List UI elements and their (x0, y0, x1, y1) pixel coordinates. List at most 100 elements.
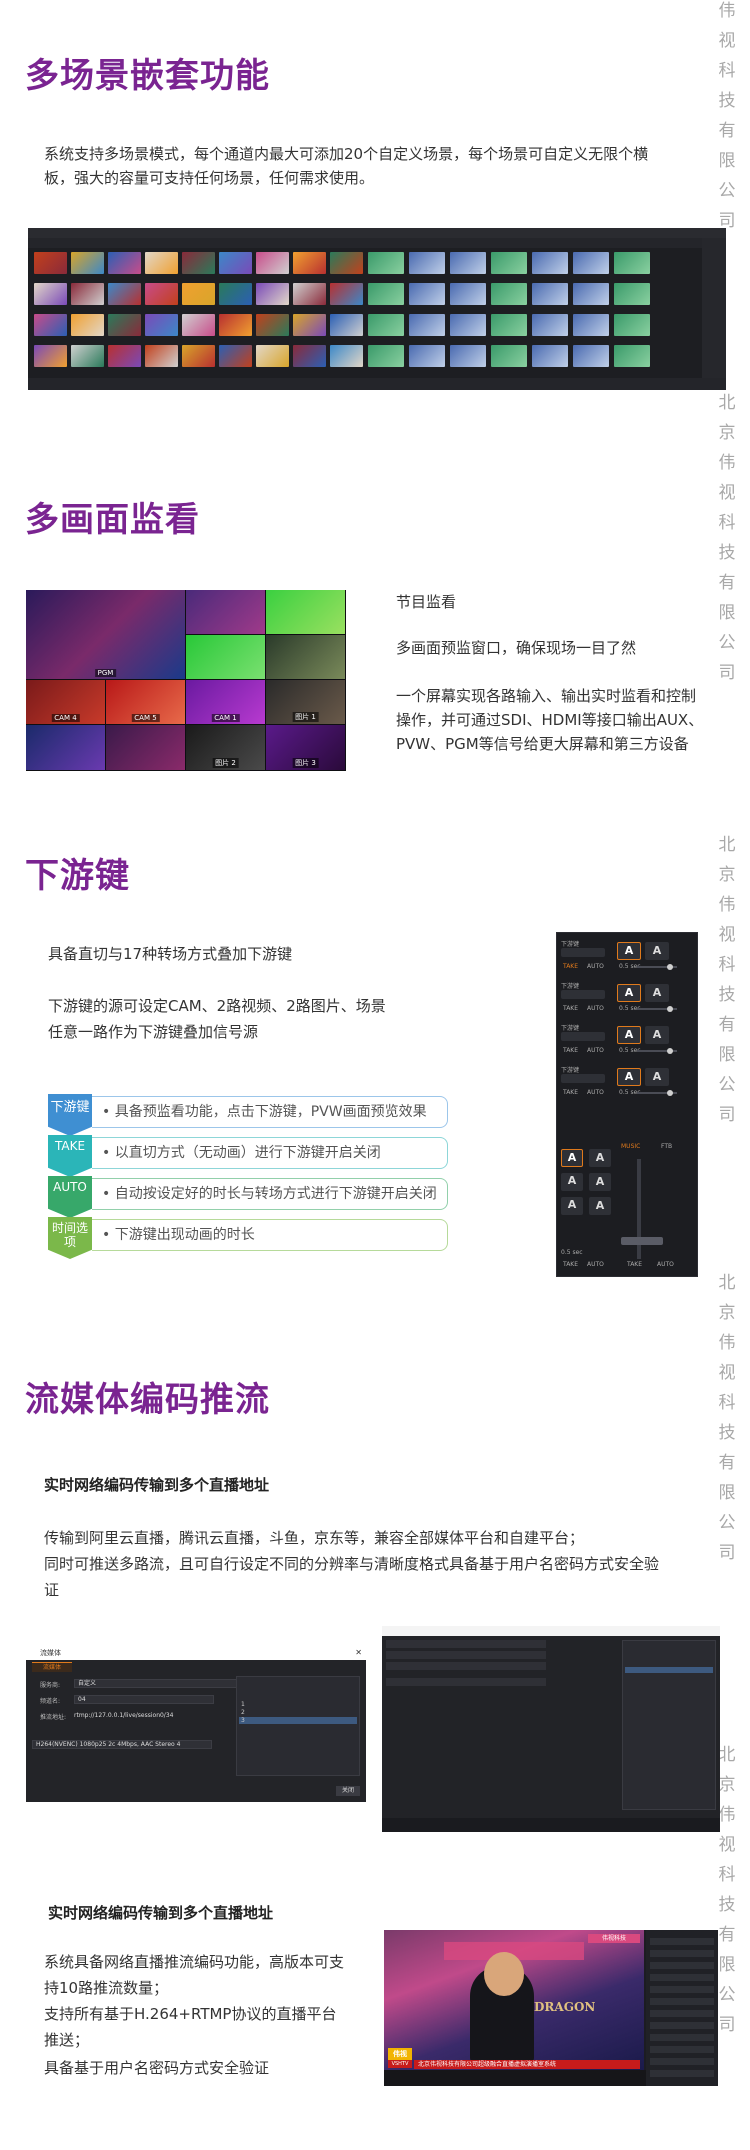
slider-knob[interactable] (667, 1090, 673, 1096)
studio-control-row[interactable] (650, 1974, 714, 1981)
slider-knob[interactable] (667, 1006, 673, 1012)
dsk-feature-text: • 自动按设定好的时长与转场方式进行下游键开启关闭 (92, 1178, 448, 1210)
dsk-duration-slider[interactable] (637, 1048, 677, 1054)
scene-thumbnail (293, 283, 326, 305)
watermark-char: 京 (718, 865, 736, 885)
multiview-cell-label: 图片 1 (292, 712, 319, 722)
scene-thumbnail (71, 314, 104, 336)
transition-auto-2[interactable]: AUTO (657, 1261, 674, 1268)
dsk-source-select[interactable] (561, 1074, 605, 1083)
dsk-feature-tag: 时间选项 (48, 1217, 92, 1259)
studio-control-row[interactable] (650, 2070, 714, 2077)
url-value[interactable]: rtmp://127.0.0.1/live/session0/34 (74, 1712, 173, 1719)
dsk-label: 下游键 (561, 1025, 580, 1032)
dsk-auto-button[interactable]: AUTO (587, 1005, 604, 1012)
watermark-char: 司 (718, 1105, 736, 1125)
streaming-subtitle-1: 实时网络编码传输到多个直播地址 (44, 1476, 270, 1494)
layer-thumbnail (532, 252, 568, 274)
streaming-para2-line1: 系统具备网络直播推流编码功能，高版本可支 (44, 1953, 345, 1971)
watermark-char: 公 (718, 1075, 736, 1095)
dsk-pvw-button[interactable]: A (617, 942, 641, 960)
scene-thumbnail (330, 252, 363, 274)
layer-thumbnail (491, 283, 527, 305)
close-icon[interactable]: ✕ (355, 1646, 362, 1660)
dsk-pvw-button[interactable]: A (617, 1026, 641, 1044)
scene-thumbnail (219, 314, 252, 336)
dsk-source-select[interactable] (561, 1032, 605, 1041)
dsk-duration-slider[interactable] (637, 964, 677, 970)
watermark-char: 技 (718, 543, 736, 563)
watermark-char: 北 (718, 835, 736, 855)
transition-auto[interactable]: AUTO (587, 1261, 604, 1268)
studio-control-row[interactable] (650, 1962, 714, 1969)
slider-knob[interactable] (667, 1048, 673, 1054)
studio-control-row[interactable] (650, 2022, 714, 2029)
stream-list-item[interactable]: 2 (239, 1709, 357, 1716)
transition-take[interactable]: TAKE (563, 1261, 578, 1268)
dsk-take-button[interactable]: TAKE (563, 1089, 578, 1096)
scene-thumbnail (293, 252, 326, 274)
studio-control-row[interactable] (650, 1998, 714, 2005)
close-button[interactable]: 关闭 (336, 1786, 360, 1796)
dsk-take-button[interactable]: TAKE (563, 1047, 578, 1054)
studio-control-row[interactable] (650, 2034, 714, 2041)
transition-b-button[interactable]: A (589, 1149, 611, 1167)
dsk-take-button[interactable]: TAKE (563, 1005, 578, 1012)
dsk-pgm-button[interactable]: A (645, 1068, 669, 1086)
watermark-char: 技 (718, 985, 736, 1005)
server-select[interactable]: 自定义 (74, 1679, 254, 1688)
watermark-char: 视 (718, 1363, 736, 1383)
channel-select[interactable]: 04 (74, 1695, 214, 1704)
stream-list: 123 (236, 1676, 360, 1776)
dsk-take-button[interactable]: TAKE (563, 963, 578, 970)
multiview-line-3: 一个屏幕实现各路输入、输出实时监看和控制 (396, 687, 697, 705)
stream-list-item[interactable]: 3 (239, 1717, 357, 1724)
dsk-pgm-button[interactable]: A (645, 942, 669, 960)
studio-control-row[interactable] (650, 1938, 714, 1945)
dsk-auto-button[interactable]: AUTO (587, 1047, 604, 1054)
dsk-feature-tag: AUTO (48, 1176, 92, 1218)
watermark-char: 有 (718, 1015, 736, 1035)
transition-a-button[interactable]: A (561, 1173, 583, 1191)
dsk-auto-button[interactable]: AUTO (587, 963, 604, 970)
dsk-pvw-button[interactable]: A (617, 984, 641, 1002)
studio-control-row[interactable] (650, 2058, 714, 2065)
codec-select[interactable]: H264(NVENC) 1080p25 2c 4Mbps, AAC Stereo… (32, 1740, 212, 1749)
dsk-pvw-button[interactable]: A (617, 1068, 641, 1086)
transition-b-button[interactable]: A (589, 1173, 611, 1191)
tbar-handle[interactable] (621, 1237, 663, 1245)
watermark-char: 伟 (718, 1, 736, 21)
studio-control-row[interactable] (650, 2010, 714, 2017)
slider-knob[interactable] (667, 964, 673, 970)
transition-b-button[interactable]: A (589, 1197, 611, 1215)
transition-a-button[interactable]: A (561, 1197, 583, 1215)
dsk-pgm-button[interactable]: A (645, 984, 669, 1002)
studio-control-row[interactable] (650, 2046, 714, 2053)
studio-control-row[interactable] (650, 1986, 714, 1993)
scene-thumbnail (256, 252, 289, 274)
streaming-para1-line3: 证 (44, 1581, 60, 1599)
dsk-source-select[interactable] (561, 990, 605, 999)
studio-control-row[interactable] (650, 1950, 714, 1957)
watermark-char: 伟 (718, 895, 736, 915)
layer-thumbnail (614, 345, 650, 367)
scene-thumbnail (108, 283, 141, 305)
dsk-auto-button[interactable]: AUTO (587, 1089, 604, 1096)
dsk-source-select[interactable] (561, 948, 605, 957)
stream-tab[interactable]: 流媒体 (32, 1662, 72, 1672)
url-label: 推流地址: (40, 1714, 67, 1721)
streaming-subtitle-2: 实时网络编码传输到多个直播地址 (48, 1904, 274, 1922)
dsk-duration-slider[interactable] (637, 1006, 677, 1012)
stream-list-item[interactable]: 1 (239, 1701, 357, 1708)
section-title-dsk: 下游键 (25, 856, 130, 896)
show-logo-text: DRAGON (534, 2000, 596, 2014)
transition-take-2[interactable]: TAKE (627, 1261, 642, 1268)
dsk-pgm-button[interactable]: A (645, 1026, 669, 1044)
stream-dialog-titlebar: 流媒体 ✕ (26, 1646, 366, 1660)
watermark-char: 有 (718, 121, 736, 141)
transition-a-button[interactable]: A (561, 1149, 583, 1167)
scene-thumbnail (34, 283, 67, 305)
dsk-duration-slider[interactable] (637, 1090, 677, 1096)
dsk-feature-text: • 下游键出现动画的时长 (92, 1219, 448, 1251)
dsk-feature-item: AUTO • 自动按设定好的时长与转场方式进行下游键开启关闭 (48, 1176, 448, 1218)
